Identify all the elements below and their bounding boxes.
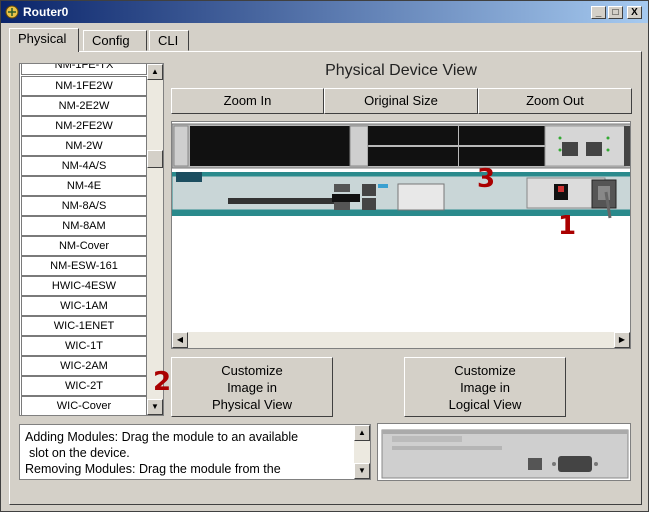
button-label-line: Physical View [212, 397, 292, 412]
list-item[interactable]: NM-8AM [21, 216, 147, 236]
help-text-box[interactable]: Adding Modules: Drag the module to an av… [19, 424, 371, 480]
help-line: Removing Modules: Drag the module from t… [25, 462, 281, 476]
scroll-down-arrow-icon[interactable]: ▼ [354, 463, 370, 479]
help-line: slot on the device. [29, 446, 130, 460]
tab-config[interactable]: Config [83, 30, 147, 51]
button-label-line: Customize [454, 363, 516, 378]
scroll-thumb[interactable] [147, 150, 163, 168]
list-item[interactable]: NM-8A/S [21, 196, 147, 216]
original-size-button[interactable]: Original Size [324, 88, 478, 114]
list-item[interactable]: NM-1FE2W [21, 76, 147, 96]
help-text: Adding Modules: Drag the module to an av… [25, 429, 353, 477]
list-item[interactable]: NM-2E2W [21, 96, 147, 116]
module-list[interactable]: NM-1FE-TX NM-1FE2W NM-2E2W NM-2FE2W NM-2… [19, 63, 164, 416]
button-label-line: Image in [460, 380, 510, 395]
list-item[interactable]: NM-2FE2W [21, 116, 147, 136]
button-label-line: Image in [227, 380, 277, 395]
close-button[interactable]: X [627, 6, 642, 19]
scroll-down-arrow-icon[interactable]: ▼ [147, 399, 163, 415]
list-item[interactable]: NM-4A/S [21, 156, 147, 176]
zoom-out-button[interactable]: Zoom Out [478, 88, 632, 114]
list-item[interactable]: NM-ESW-161 [21, 256, 147, 276]
button-label-line: Customize [221, 363, 283, 378]
title-bar[interactable]: Router0 _ □ X [1, 1, 648, 23]
module-preview-image [377, 423, 631, 481]
list-item[interactable]: NM-1FE-TX [21, 64, 147, 75]
help-scrollbar[interactable]: ▲ ▼ [354, 425, 370, 479]
customize-logical-view-button[interactable]: Customize Image in Logical View [404, 357, 566, 417]
list-item[interactable]: WIC-1ENET [21, 316, 147, 336]
customize-physical-view-button[interactable]: Customize Image in Physical View [171, 357, 333, 417]
list-item[interactable]: NM-2W [21, 136, 147, 156]
annotation-number-2: 2 [153, 367, 172, 397]
scroll-up-arrow-icon[interactable]: ▲ [147, 64, 163, 80]
list-item[interactable]: WIC-1T [21, 336, 147, 356]
scroll-up-arrow-icon[interactable]: ▲ [354, 425, 370, 441]
list-item[interactable]: NM-Cover [21, 236, 147, 256]
list-item[interactable]: WIC-Cover [21, 396, 147, 415]
list-item[interactable]: WIC-2AM [21, 356, 147, 376]
annotation-number-3: 3 [477, 164, 496, 194]
list-item[interactable]: HWIC-4ESW [21, 276, 147, 296]
scroll-right-arrow-icon[interactable]: ▶ [614, 332, 630, 348]
maximize-button[interactable]: □ [608, 6, 623, 19]
module-image [381, 429, 629, 479]
physical-device-view-title: Physical Device View [325, 62, 477, 79]
tab-cli[interactable]: CLI [149, 30, 189, 51]
list-item[interactable]: WIC-2T [21, 376, 147, 396]
router-window: Router0 _ □ X Physical Config CLI NM-1FE… [0, 0, 649, 512]
button-label-line: Logical View [448, 397, 522, 412]
device-view-hscrollbar[interactable]: ◀ ▶ [172, 332, 630, 348]
list-item[interactable]: WIC-1AM [21, 296, 147, 316]
zoom-in-button[interactable]: Zoom In [171, 88, 324, 114]
router-app-icon [5, 5, 19, 19]
module-list-scrollbar[interactable]: ▲ ▼ [147, 64, 163, 415]
annotation-number-1: 1 [558, 211, 577, 241]
list-item[interactable]: NM-4E [21, 176, 147, 196]
minimize-button[interactable]: _ [591, 6, 606, 19]
help-line: Adding Modules: Drag the module to an av… [25, 430, 299, 444]
scroll-left-arrow-icon[interactable]: ◀ [172, 332, 188, 348]
window-title: Router0 [23, 5, 69, 19]
tab-physical[interactable]: Physical [9, 28, 79, 52]
